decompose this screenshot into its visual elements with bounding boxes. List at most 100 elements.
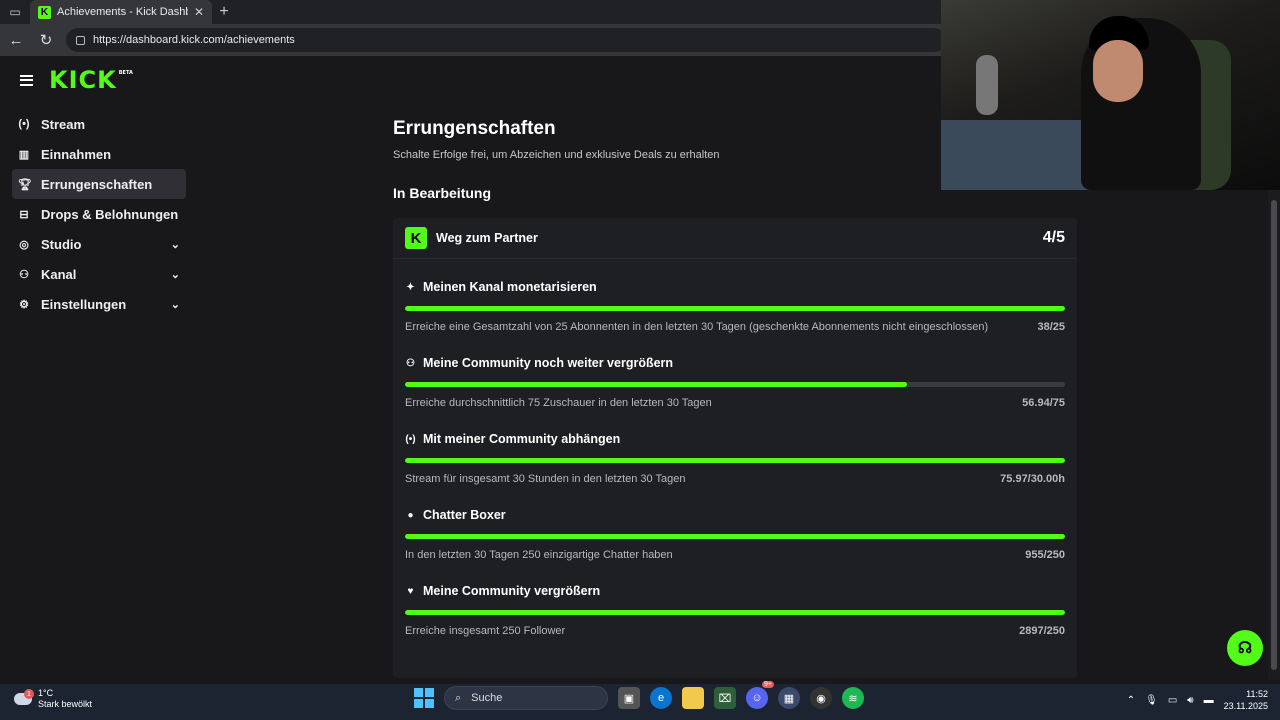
- tab-title: Achievements - Kick Dashboard: [57, 6, 188, 18]
- progress-bar: [405, 306, 1065, 311]
- goal-item: ♥ Meine Community vergrößern Erreiche insg…: [393, 563, 1077, 639]
- task-view-icon[interactable]: ▣: [618, 687, 640, 709]
- volume-icon[interactable]: 🔊︎: [1187, 695, 1193, 706]
- sidebar-item-drops[interactable]: ⊟ Drops & Belohnungen: [12, 199, 186, 229]
- trophy-icon: 🏆︎: [18, 178, 32, 191]
- goal-description: Stream für insgesamt 30 Stunden in den l…: [405, 473, 686, 485]
- discord-badge: 9+: [762, 681, 774, 688]
- users-icon: ⚇: [19, 268, 29, 281]
- kick-favicon-icon: K: [38, 5, 51, 19]
- sidebar-item-einstellungen[interactable]: ⚙ Einstellungen ⌄: [12, 289, 186, 319]
- card-title: Weg zum Partner: [436, 231, 538, 245]
- obs-icon[interactable]: ◉: [810, 687, 832, 709]
- taskbar-apps: ⌕ Suche ▣ e ⌧ ☺ 9+ ▦ ◉ ≋: [414, 681, 864, 710]
- taskbar-search[interactable]: ⌕ Suche: [444, 686, 608, 710]
- heart-icon: ♥: [407, 585, 414, 597]
- sidebar-item-label: Drops & Belohnungen: [41, 206, 179, 222]
- terminal-icon[interactable]: ⌧: [714, 687, 736, 709]
- spotify-icon[interactable]: ≋: [842, 687, 864, 709]
- browser-tab[interactable]: K Achievements - Kick Dashboard ✕: [30, 0, 212, 24]
- close-tab-icon[interactable]: ✕: [194, 5, 204, 19]
- card-progress: 4/5: [1042, 229, 1065, 246]
- display-icon[interactable]: ▭: [1168, 695, 1177, 706]
- goal-title-row: ✦ Meinen Kanal monetarisieren: [405, 280, 596, 294]
- weather-desc: Stark bewölkt: [38, 699, 93, 709]
- cloud-icon: 1: [14, 689, 34, 705]
- broadcast-icon: (•): [405, 433, 416, 445]
- sidebar-item-label: Studio: [41, 236, 82, 252]
- progress-fill: [405, 458, 1065, 463]
- sidebar-item-errungenschaften[interactable]: 🏆︎ Errungenschaften: [12, 169, 186, 199]
- gear-icon: ⚙: [19, 298, 29, 311]
- logo-text: KICK: [49, 66, 117, 94]
- goal-title-row: (•) Mit meiner Community abhängen: [405, 432, 620, 446]
- goal-title: Mit meiner Community abhängen: [423, 432, 621, 446]
- sidebar-item-label: Einnahmen: [41, 146, 112, 162]
- help-button[interactable]: ☊: [1227, 630, 1263, 666]
- goal-item: ⚇ Meine Community noch weiter vergrößern E…: [393, 335, 1077, 411]
- sparkle-icon: ✦: [406, 281, 415, 293]
- goals-list: ✦ Meinen Kanal monetarisieren Erreiche ein…: [393, 259, 1077, 639]
- taskbar: 1 1°C Stark bewölkt ⌕ Suche ▣ e ⌧ ☺ 9+ ▦ …: [0, 681, 1280, 720]
- goal-description: Erreiche insgesamt 250 Follower: [405, 625, 566, 637]
- sidebar-item-kanal[interactable]: ⚇ Kanal ⌄: [12, 259, 186, 289]
- goal-item: ✦ Meinen Kanal monetarisieren Erreiche ein…: [393, 259, 1077, 335]
- webcam-desk: [941, 120, 1091, 190]
- weather-widget[interactable]: 1 1°C Stark bewölkt: [14, 688, 92, 710]
- clock[interactable]: 11:52 23.11.2025: [1224, 688, 1268, 712]
- broadcast-icon: (•): [18, 118, 30, 130]
- progress-fill: [405, 382, 907, 387]
- site-info-icon[interactable]: [76, 35, 85, 45]
- goal-title-row: ♥ Meine Community vergrößern: [405, 584, 601, 598]
- back-button[interactable]: ←: [6, 30, 26, 50]
- sidebar-item-einnahmen[interactable]: ▥ Einnahmen: [12, 139, 186, 169]
- progress-fill: [405, 610, 1065, 615]
- goal-value: 955/250: [1025, 549, 1065, 561]
- chevron-down-icon[interactable]: ⌄: [171, 298, 180, 311]
- chevron-up-icon[interactable]: ⌃: [1127, 695, 1135, 706]
- goal-description: Erreiche eine Gesamtzahl von 25 Abonnent…: [405, 321, 989, 333]
- clock-time: 11:52: [1246, 689, 1268, 699]
- gift-icon: ⊟: [19, 208, 29, 221]
- progress-bar: [405, 382, 1065, 387]
- edge-icon[interactable]: e: [650, 687, 672, 709]
- app-icon[interactable]: ▦: [778, 687, 800, 709]
- search-icon: ⌕: [455, 691, 462, 704]
- chart-icon: ▥: [18, 148, 30, 161]
- discord-icon[interactable]: ☺ 9+: [746, 681, 774, 709]
- weather-temp: 1°C: [38, 688, 54, 698]
- system-tray: ⌃ 🎙︎ ▭ 🔊︎ ▬ 11:52 23.11.2025: [1127, 688, 1268, 712]
- file-explorer-icon[interactable]: [682, 687, 704, 709]
- url-field[interactable]: https://dashboard.kick.com/achievements: [66, 28, 946, 52]
- progress-fill: [405, 306, 1065, 311]
- goal-title-row: ⚇ Meine Community noch weiter vergrößern: [405, 356, 673, 370]
- window-menu-icon[interactable]: ▭: [0, 0, 30, 24]
- goal-value: 2897/250: [1019, 625, 1065, 637]
- microphone: [976, 55, 998, 115]
- card-header[interactable]: K Weg zum Partner 4/5: [393, 218, 1077, 259]
- microphone-icon[interactable]: 🎙︎: [1145, 695, 1158, 706]
- progress-bar: [405, 534, 1065, 539]
- reload-button[interactable]: ↻: [36, 30, 56, 50]
- goal-item: (•) Mit meiner Community abhängen Stream f…: [393, 411, 1077, 487]
- sidebar-item-stream[interactable]: (•) Stream: [12, 109, 186, 139]
- menu-icon[interactable]: [20, 74, 33, 86]
- scrollbar-thumb[interactable]: [1271, 200, 1277, 670]
- chevron-down-icon[interactable]: ⌄: [171, 238, 180, 251]
- goal-title-row: ● Chatter Boxer: [405, 508, 505, 522]
- battery-icon[interactable]: ▬: [1204, 695, 1214, 706]
- scrollbar[interactable]: [1268, 190, 1280, 680]
- chevron-down-icon[interactable]: ⌄: [171, 268, 180, 281]
- main-content: Errungenschaften Schalte Erfolge frei, u…: [393, 118, 1077, 678]
- sidebar-item-label: Errungenschaften: [41, 176, 153, 192]
- search-placeholder: Suche: [471, 692, 503, 704]
- goal-value: 38/25: [1037, 321, 1065, 333]
- sidebar-item-studio[interactable]: ◎ Studio ⌄: [12, 229, 186, 259]
- new-tab-button[interactable]: +: [212, 3, 236, 21]
- kick-logo[interactable]: KICK BETA: [49, 66, 133, 94]
- users-icon: ⚇: [406, 357, 415, 369]
- start-button[interactable]: [414, 688, 434, 708]
- sidebar-item-label: Kanal: [41, 266, 77, 282]
- goal-description: In den letzten 30 Tagen 250 einzigartige…: [405, 549, 673, 561]
- url-text: https://dashboard.kick.com/achievements: [93, 34, 295, 46]
